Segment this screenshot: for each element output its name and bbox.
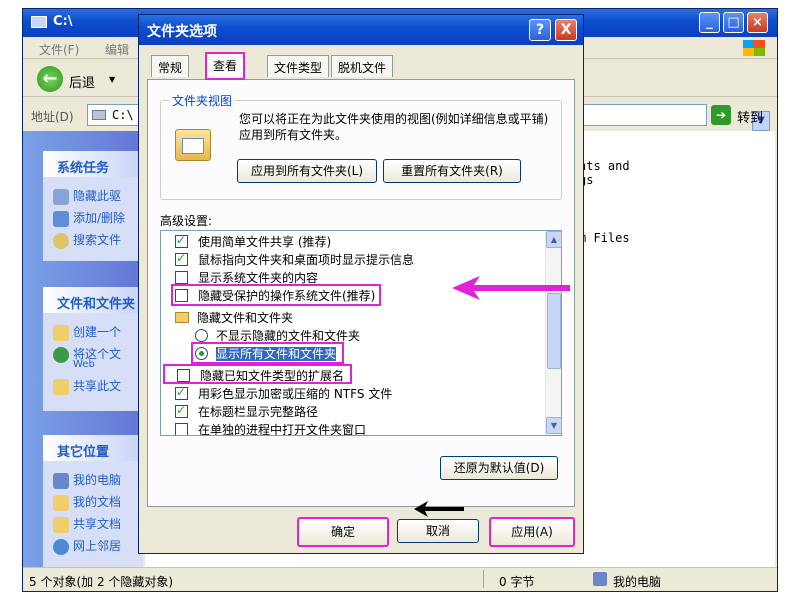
- setting-row[interactable]: 鼠标指向文件夹和桌面项时显示提示信息: [175, 251, 414, 269]
- back-dropdown-icon[interactable]: ▼: [109, 75, 115, 84]
- setting-row-hide-extensions[interactable]: 隐藏已知文件类型的扩展名: [163, 364, 353, 384]
- add-remove-icon: [53, 210, 69, 227]
- setting-row[interactable]: 使用简单文件共享 (推荐): [175, 233, 331, 251]
- back-arrow-icon[interactable]: ←: [37, 66, 63, 92]
- apply-to-all-folders-button[interactable]: 应用到所有文件夹(L): [237, 159, 377, 183]
- address-value: C:\: [112, 108, 134, 122]
- status-object-count: 5 个对象(加 2 个隐藏对象): [29, 575, 174, 589]
- file-name-fragment[interactable]: m Files: [579, 231, 630, 245]
- drive-icon: [92, 110, 106, 120]
- scrollbar[interactable]: ▲ ▼: [545, 231, 562, 435]
- folder-view-icon: [175, 129, 211, 161]
- restore-defaults-button[interactable]: 还原为默认值(D): [440, 456, 558, 480]
- new-folder-icon: [53, 324, 69, 341]
- folder-icon: [175, 312, 189, 323]
- ok-button[interactable]: 确定: [297, 517, 389, 547]
- shared-docs-icon: [53, 516, 69, 533]
- explorer-title: C:\: [53, 14, 73, 29]
- radio-button[interactable]: [195, 329, 208, 342]
- checkbox[interactable]: [175, 385, 188, 400]
- task-item-sub[interactable]: Web: [73, 359, 95, 370]
- setting-row[interactable]: 用彩色显示加密或压缩的 NTFS 文件: [175, 385, 392, 403]
- menu-file[interactable]: 文件(F): [39, 41, 79, 58]
- panel-title[interactable]: 其它位置: [43, 435, 143, 461]
- go-button[interactable]: ➔ 转到: [711, 104, 771, 126]
- system-tasks-panel: 系统任务 隐藏此驱 添加/删除 搜索文件: [43, 151, 143, 261]
- task-item[interactable]: 创建一个: [53, 323, 121, 341]
- task-item[interactable]: 共享此文: [53, 377, 121, 395]
- place-item[interactable]: 我的电脑: [53, 471, 121, 489]
- panel-title[interactable]: 系统任务: [43, 151, 143, 177]
- setting-row-hide-protected-os-files[interactable]: 隐藏受保护的操作系统文件(推荐): [171, 284, 382, 306]
- task-pane: 系统任务 隐藏此驱 添加/删除 搜索文件 文件和文件夹 创建一个 将这个文 We…: [23, 131, 143, 571]
- checkbox[interactable]: [175, 271, 188, 284]
- apply-button[interactable]: 应用(A): [489, 517, 575, 547]
- help-button[interactable]: ?: [529, 19, 551, 41]
- documents-icon: [53, 494, 69, 511]
- setting-row[interactable]: 在单独的进程中打开文件夹窗口: [175, 421, 366, 435]
- windows-logo-icon: [743, 40, 765, 56]
- network-icon: [53, 538, 69, 555]
- other-places-panel: 其它位置 我的电脑 我的文档 共享文档 网上邻居: [43, 435, 143, 571]
- dialog-titlebar[interactable]: 文件夹选项 ? X: [139, 15, 583, 45]
- address-label: 地址(D): [31, 110, 74, 124]
- place-item[interactable]: 我的文档: [53, 493, 121, 511]
- folder-view-icon-inner: [182, 138, 204, 154]
- scroll-down-icon[interactable]: ▼: [546, 417, 562, 434]
- menu-edit[interactable]: 编辑: [105, 41, 129, 58]
- advanced-settings-list[interactable]: 使用简单文件共享 (推荐) 鼠标指向文件夹和桌面项时显示提示信息 显示系统文件夹…: [160, 230, 562, 436]
- folder-views-description: 您可以将正在为此文件夹使用的视图(例如详细信息或平铺)应用到所有文件夹。: [239, 112, 549, 142]
- setting-row[interactable]: 在标题栏显示完整路径: [175, 403, 318, 421]
- group-title: 文件夹视图: [169, 92, 236, 109]
- tab-general[interactable]: 常规: [151, 55, 190, 77]
- computer-icon: [53, 472, 69, 489]
- go-label: 转到: [737, 111, 764, 126]
- minimize-button[interactable]: _: [699, 12, 720, 33]
- checkbox[interactable]: [175, 423, 188, 435]
- dialog-close-button[interactable]: X: [555, 19, 577, 41]
- task-item[interactable]: 隐藏此驱: [53, 187, 121, 205]
- globe-icon: [53, 346, 69, 363]
- dialog-title: 文件夹选项: [147, 24, 217, 40]
- tab-file-types[interactable]: 文件类型: [267, 55, 330, 77]
- place-item[interactable]: 共享文档: [53, 515, 121, 533]
- place-item[interactable]: 网上邻居: [53, 537, 121, 555]
- drive-icon: [31, 16, 47, 28]
- computer-icon: [593, 572, 607, 586]
- tab-view[interactable]: 查看: [205, 52, 246, 80]
- status-size: 0 字节: [499, 575, 535, 589]
- status-divider: [483, 570, 484, 588]
- search-icon: [53, 232, 69, 249]
- annotation-arrow-magenta: [452, 276, 570, 300]
- task-item[interactable]: 搜索文件: [53, 231, 121, 249]
- scroll-up-icon[interactable]: ▲: [546, 231, 562, 248]
- file-tasks-panel: 文件和文件夹 创建一个 将这个文 Web 共享此文: [43, 287, 143, 411]
- share-folder-icon: [53, 378, 69, 395]
- checkbox[interactable]: [175, 251, 188, 266]
- hide-drive-icon: [53, 188, 69, 205]
- advanced-settings-label: 高级设置:: [160, 214, 213, 228]
- annotation-arrow-black: [414, 501, 464, 517]
- checkbox[interactable]: [175, 289, 188, 302]
- checkbox[interactable]: [175, 403, 188, 418]
- panel-title[interactable]: 文件和文件夹: [43, 287, 143, 313]
- status-bar: 5 个对象(加 2 个隐藏对象) 0 字节 我的电脑: [23, 567, 777, 591]
- radio-button[interactable]: [195, 347, 208, 360]
- status-location: 我的电脑: [613, 575, 662, 589]
- go-arrow-icon: ➔: [711, 105, 731, 125]
- file-name-fragment[interactable]: nts and: [579, 159, 630, 173]
- checkbox[interactable]: [177, 369, 190, 382]
- back-button-label[interactable]: 后退: [69, 72, 95, 91]
- folder-views-group: 文件夹视图 您可以将正在为此文件夹使用的视图(例如详细信息或平铺)应用到所有文件…: [160, 92, 562, 200]
- maximize-button[interactable]: □: [723, 12, 744, 33]
- close-button[interactable]: ×: [747, 12, 768, 33]
- setting-row-show-hidden-files[interactable]: 显示所有文件和文件夹: [191, 342, 345, 364]
- scrollbar-thumb[interactable]: [547, 293, 561, 369]
- setting-row: 隐藏文件和文件夹: [175, 309, 293, 327]
- tab-offline-files[interactable]: 脱机文件: [331, 55, 394, 77]
- reset-all-folders-button[interactable]: 重置所有文件夹(R): [383, 159, 521, 183]
- checkbox[interactable]: [175, 233, 188, 248]
- task-item[interactable]: 添加/删除: [53, 209, 125, 227]
- cancel-button[interactable]: 取消: [397, 519, 479, 543]
